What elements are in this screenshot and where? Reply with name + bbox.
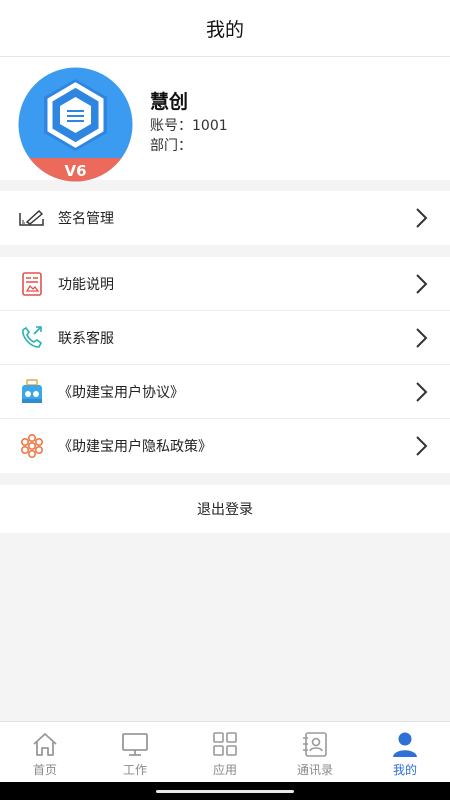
phone-icon bbox=[18, 325, 46, 351]
menu-item-label: 签名管理 bbox=[58, 211, 114, 227]
tab-label: 通讯录 bbox=[296, 763, 333, 777]
grid-icon bbox=[213, 732, 237, 756]
tab-mine[interactable]: 我的 bbox=[360, 722, 450, 782]
signature-pen-icon bbox=[18, 205, 46, 231]
person-icon bbox=[393, 732, 417, 757]
tab-work[interactable]: 工作 bbox=[90, 722, 180, 782]
signature-card: 签名管理 bbox=[0, 191, 450, 245]
bottom-tab-bar: 首页 工作 应用 通讯录 我的 bbox=[0, 721, 450, 782]
menu-item-feature-description[interactable]: 功能说明 bbox=[0, 257, 450, 311]
chevron-right-icon bbox=[414, 381, 428, 403]
menu-item-privacy-policy[interactable]: 《助建宝用户隐私政策》 bbox=[0, 419, 450, 473]
contacts-icon bbox=[303, 732, 327, 757]
avatar-badge-text: V6 bbox=[64, 162, 86, 180]
menu-item-signature-management[interactable]: 签名管理 bbox=[0, 191, 450, 245]
menu-item-user-agreement[interactable]: 《助建宝用户协议》 bbox=[0, 365, 450, 419]
logout-button[interactable]: 退出登录 bbox=[0, 485, 450, 533]
tab-home[interactable]: 首页 bbox=[0, 722, 90, 782]
menu-item-label: 联系客服 bbox=[58, 330, 114, 347]
tab-label: 应用 bbox=[212, 763, 237, 777]
monitor-icon bbox=[122, 733, 148, 756]
page-title: 我的 bbox=[205, 18, 244, 41]
chevron-right-icon bbox=[414, 327, 428, 349]
user-name: 慧创 bbox=[150, 91, 189, 113]
tab-label: 工作 bbox=[122, 763, 147, 777]
menu-item-contact-support[interactable]: 联系客服 bbox=[0, 311, 450, 365]
home-icon bbox=[33, 733, 57, 756]
menu-item-label: 《助建宝用户隐私政策》 bbox=[58, 439, 212, 455]
chevron-right-icon bbox=[414, 435, 428, 457]
tab-label: 我的 bbox=[392, 763, 417, 777]
department-line: 部门： bbox=[150, 138, 192, 154]
avatar[interactable]: V6 bbox=[18, 67, 133, 182]
menu-item-label: 《助建宝用户协议》 bbox=[58, 384, 184, 401]
system-navigation-bar bbox=[0, 782, 450, 800]
agreement-icon bbox=[18, 379, 46, 405]
home-gesture-handle[interactable] bbox=[156, 790, 294, 793]
chevron-right-icon bbox=[414, 273, 428, 295]
profile-header: V6 慧创 账号：1001 部门： bbox=[0, 57, 450, 182]
tab-apps[interactable]: 应用 bbox=[180, 722, 270, 782]
chevron-right-icon bbox=[414, 207, 428, 229]
tab-contacts[interactable]: 通讯录 bbox=[270, 722, 360, 782]
logout-label: 退出登录 bbox=[197, 502, 253, 518]
tab-label: 首页 bbox=[32, 763, 57, 777]
top-navigation-bar: 我的 bbox=[0, 0, 450, 57]
document-icon bbox=[18, 271, 46, 297]
privacy-policy-icon bbox=[18, 433, 46, 459]
account-line: 账号：1001 bbox=[150, 118, 228, 134]
menu-item-label: 功能说明 bbox=[58, 276, 114, 293]
info-menu-card: 功能说明 联系客服 《助建宝用户协议》 《助建宝用户隐私政策》 bbox=[0, 257, 450, 473]
